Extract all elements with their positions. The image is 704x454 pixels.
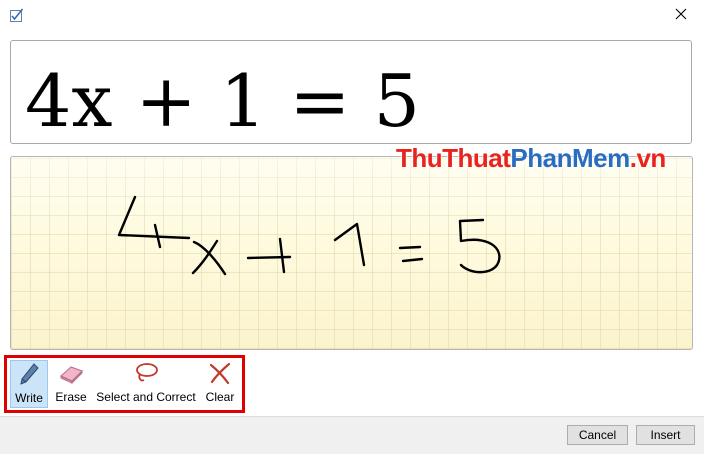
erase-label: Erase bbox=[55, 390, 87, 404]
watermark-part1: ThuThuat bbox=[396, 143, 511, 173]
math-input-icon bbox=[9, 7, 25, 23]
write-tool-button[interactable]: Write bbox=[10, 360, 48, 408]
handwriting-area[interactable] bbox=[10, 156, 693, 350]
preview-expression: 4x + 1 = 5 bbox=[25, 59, 420, 143]
pen-icon bbox=[18, 361, 40, 387]
select-correct-label: Select and Correct bbox=[96, 390, 196, 404]
write-label: Write bbox=[15, 391, 43, 405]
watermark: ThuThuatPhanMem.vn bbox=[396, 143, 666, 174]
title-bar bbox=[0, 0, 704, 32]
clear-tool-button[interactable]: Clear bbox=[202, 360, 238, 408]
erase-tool-button[interactable]: Erase bbox=[52, 360, 90, 408]
watermark-part3: .vn bbox=[629, 143, 667, 173]
lasso-icon bbox=[132, 360, 160, 386]
clear-x-icon bbox=[208, 360, 232, 386]
insert-button[interactable]: Insert bbox=[636, 425, 695, 445]
clear-label: Clear bbox=[205, 390, 235, 404]
eraser-icon bbox=[57, 360, 85, 386]
close-button[interactable] bbox=[658, 0, 704, 32]
handwritten-ink bbox=[117, 195, 501, 276]
cancel-button[interactable]: Cancel bbox=[567, 425, 628, 445]
watermark-part2: PhanMem bbox=[510, 143, 630, 173]
math-preview: 4x + 1 = 5 bbox=[10, 40, 692, 144]
select-correct-tool-button[interactable]: Select and Correct bbox=[94, 360, 198, 408]
close-icon bbox=[675, 7, 687, 25]
